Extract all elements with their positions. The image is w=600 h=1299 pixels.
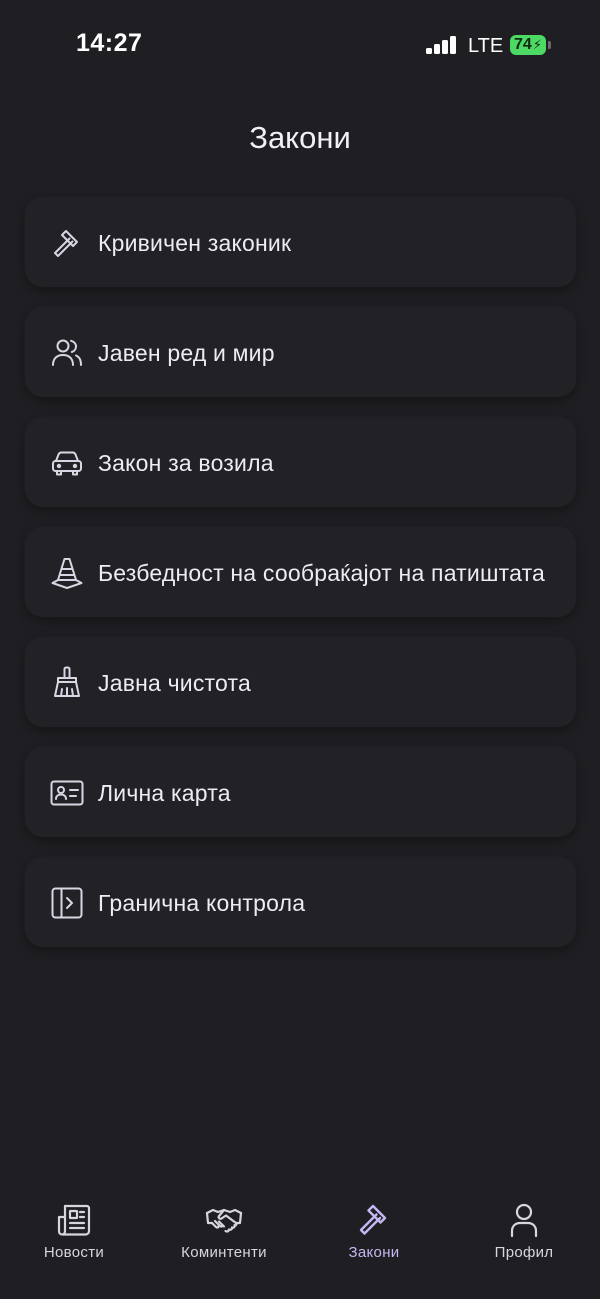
tab-label: Закони <box>348 1244 400 1261</box>
signal-strength-icon <box>426 36 458 54</box>
handshake-icon <box>205 1208 243 1233</box>
law-item-label: Кривичен законик <box>98 230 292 256</box>
tab-news[interactable]: Новости <box>14 1201 134 1261</box>
law-item-criminal-code[interactable]: Кривичен законик <box>25 197 576 287</box>
law-item-label: Лична карта <box>98 780 231 806</box>
status-bar: 14:27 LTE 74 ⚡ <box>0 0 600 90</box>
law-list: Кривичен законик Јавен ред и мир Закон з <box>25 197 576 967</box>
page-title: Закони <box>249 120 351 155</box>
law-item-label: Јавна чистота <box>98 670 251 696</box>
law-item-border-control[interactable]: Гранична контрола <box>25 857 576 947</box>
border-panel-icon <box>49 885 85 921</box>
battery-cap <box>548 41 551 49</box>
law-item-label: Јавен ред и мир <box>98 340 275 366</box>
law-item-id-card[interactable]: Лична карта <box>25 747 576 837</box>
tab-label: Профил <box>494 1244 554 1261</box>
users-icon <box>49 335 85 371</box>
newspaper-icon <box>57 1204 91 1236</box>
status-time: 14:27 <box>76 29 143 57</box>
law-item-public-order[interactable]: Јавен ред и мир <box>25 307 576 397</box>
traffic-cone-icon <box>49 555 85 591</box>
user-icon <box>510 1203 538 1238</box>
tab-label: Коминтенти <box>181 1244 267 1261</box>
law-item-label: Гранична контрола <box>98 890 306 916</box>
tab-contacts[interactable]: Коминтенти <box>164 1201 284 1261</box>
id-card-icon <box>49 775 85 811</box>
battery-icon: 74 ⚡ <box>510 35 546 55</box>
law-item-road-safety[interactable]: Безбедност на сообраќајот на патиштата <box>25 527 576 617</box>
gavel-icon <box>359 1204 387 1235</box>
car-icon <box>49 445 85 481</box>
tab-profile[interactable]: Профил <box>464 1201 584 1261</box>
bottom-tab-bar: Новости Коминтенти Закони Профил <box>0 1159 600 1299</box>
charging-bolt-icon: ⚡ <box>532 37 542 52</box>
law-item-vehicles[interactable]: Закон за возила <box>25 417 576 507</box>
law-item-label: Безбедност на сообраќајот на патиштата <box>98 560 546 586</box>
broom-icon <box>49 665 85 701</box>
law-item-public-cleanliness[interactable]: Јавна чистота <box>25 637 576 727</box>
network-type: LTE <box>468 35 504 57</box>
tab-laws[interactable]: Закони <box>314 1201 434 1261</box>
battery-level: 74 <box>514 36 532 53</box>
tab-label: Новости <box>43 1244 105 1261</box>
law-item-label: Закон за возила <box>98 450 274 476</box>
gavel-icon <box>49 225 85 261</box>
